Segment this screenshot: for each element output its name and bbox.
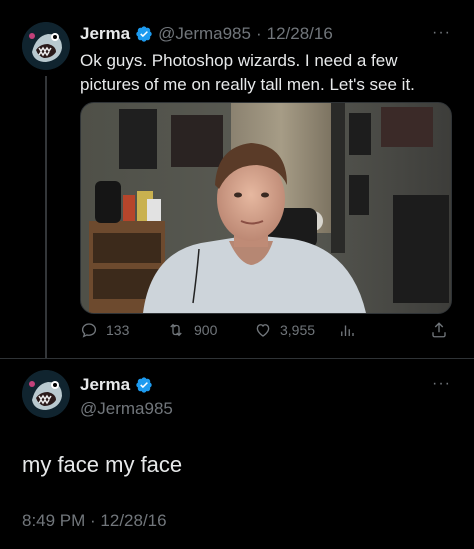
retweet-icon: [170, 323, 182, 337]
tweet-media-photo[interactable]: [80, 102, 452, 314]
analytics-button[interactable]: [338, 321, 356, 339]
tweet-date[interactable]: 12/28/16: [267, 24, 333, 44]
tweet-header: Jerma @Jerma985 · 12/28/16: [80, 24, 333, 44]
like-icon: [256, 324, 270, 337]
tweet-text: Ok guys. Photoshop wizards. I need a few…: [80, 51, 415, 94]
dot-separator: ·: [255, 24, 262, 43]
share-button[interactable]: [430, 321, 448, 339]
like-button[interactable]: 3,955: [254, 321, 315, 339]
author-handle[interactable]: @Jerma985: [80, 399, 173, 419]
retweet-button[interactable]: 900: [166, 321, 217, 339]
reply-icon: [81, 323, 97, 338]
tweet-text: my face my face: [22, 452, 183, 477]
tweet-divider: [0, 358, 474, 359]
reply-button[interactable]: 133: [80, 321, 129, 339]
reply-count: 133: [106, 322, 130, 338]
tweet-header: Jerma: [80, 375, 153, 395]
avatar[interactable]: [22, 22, 70, 70]
tweet-timestamp[interactable]: 8:49 PM · 12/28/16: [22, 511, 167, 531]
verified-badge-icon: [135, 376, 153, 394]
author-handle[interactable]: @Jerma985: [158, 24, 251, 44]
share-icon: [432, 322, 446, 338]
thread-line: [45, 76, 47, 358]
author-name[interactable]: Jerma: [80, 24, 130, 44]
avatar-art-icon: [22, 370, 70, 418]
more-icon[interactable]: ···: [432, 24, 451, 42]
verified-badge-icon: [135, 25, 153, 43]
avatar[interactable]: [22, 370, 70, 418]
analytics-icon: [341, 325, 354, 336]
like-count: 3,955: [280, 322, 316, 338]
more-icon[interactable]: ···: [432, 375, 451, 393]
avatar-art-icon: [22, 22, 70, 70]
photo-image: [81, 103, 451, 313]
retweet-count: 900: [194, 322, 218, 338]
author-name[interactable]: Jerma: [80, 375, 130, 395]
